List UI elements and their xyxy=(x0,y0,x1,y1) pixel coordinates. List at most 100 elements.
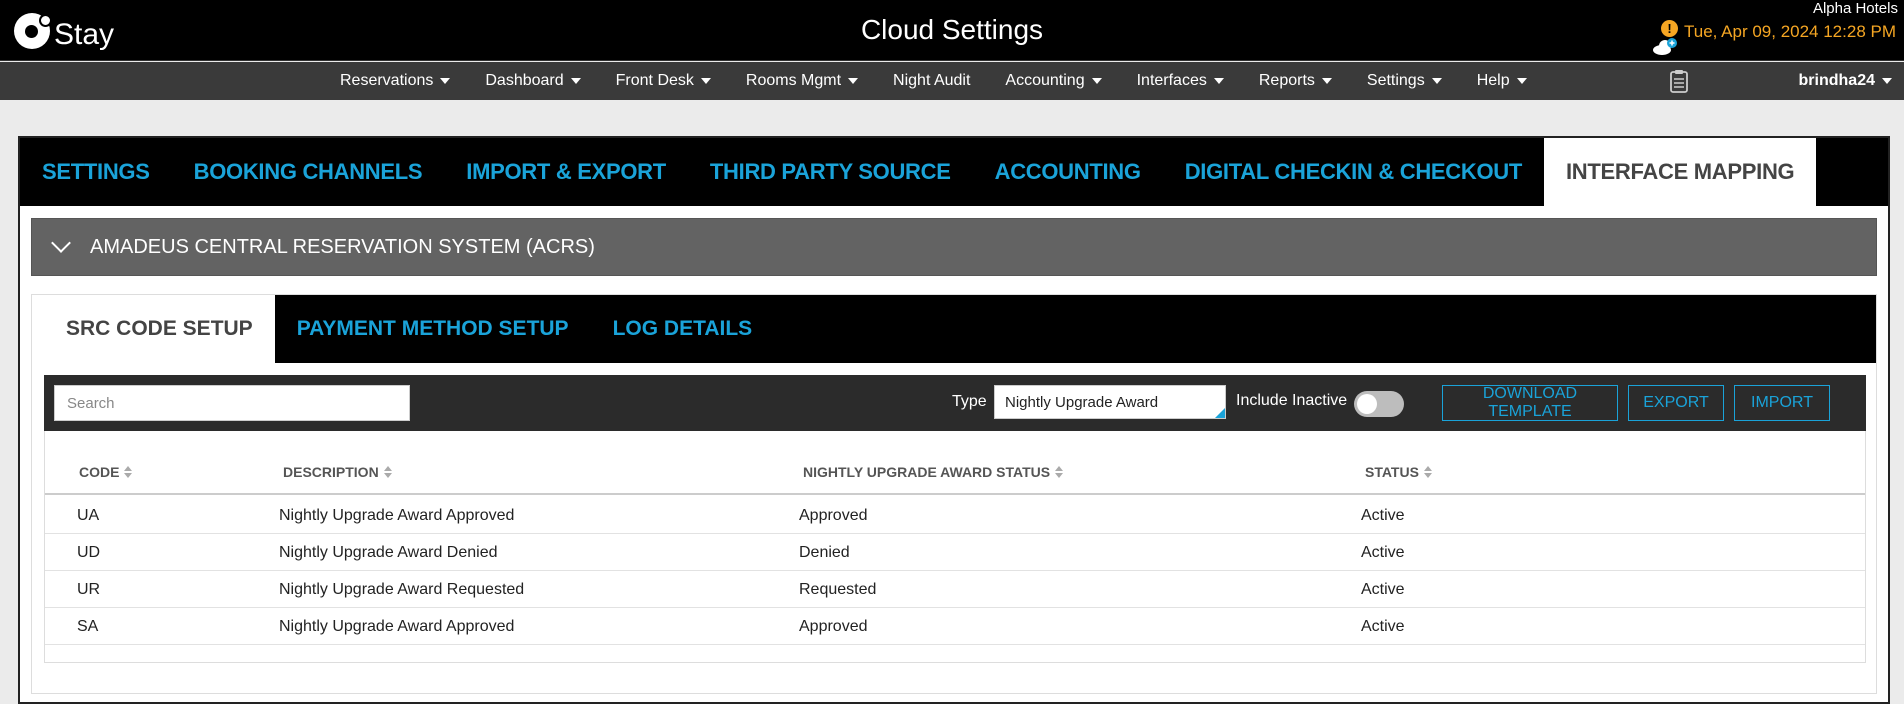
cell-description: Nightly Upgrade Award Requested xyxy=(279,581,525,598)
nav-item-rooms-mgmt[interactable]: Rooms Mgmt xyxy=(746,72,859,90)
sort-icon xyxy=(383,466,392,478)
caret-down-icon xyxy=(848,78,859,84)
tab-digital-checkin-and-checkout[interactable]: DIGITAL CHECKIN & CHECKOUT xyxy=(1163,138,1544,206)
nav-item-interfaces[interactable]: Interfaces xyxy=(1137,72,1224,90)
nav-item-label: Night Audit xyxy=(893,72,971,89)
type-select-value: Nightly Upgrade Award xyxy=(1005,394,1159,411)
column-header-label: DESCRIPTION xyxy=(283,464,379,480)
cell-description: Nightly Upgrade Award Denied xyxy=(279,544,498,561)
nav-item-help[interactable]: Help xyxy=(1477,72,1527,90)
include-inactive-toggle[interactable] xyxy=(1354,391,1404,417)
sort-icon xyxy=(1423,466,1432,478)
nav-item-front-desk[interactable]: Front Desk xyxy=(616,72,711,90)
nav-item-label: Front Desk xyxy=(615,72,694,89)
hotel-name[interactable]: Alpha Hotels xyxy=(1813,0,1898,17)
tab-third-party-source[interactable]: THIRD PARTY SOURCE xyxy=(688,138,973,206)
caret-down-icon xyxy=(1213,78,1224,84)
cell-nightly-upgrade-award-status: Approved xyxy=(799,507,868,524)
nav-item-label: Settings xyxy=(1366,72,1425,89)
tab-import-and-export[interactable]: IMPORT & EXPORT xyxy=(444,138,688,206)
src-code-table: CODE DESCRIPTION NIGHTLY UPGRADE AWARD STA… xyxy=(44,431,1866,663)
cloud-sync-icon[interactable] xyxy=(1652,38,1678,56)
include-inactive-label: Include Inactive xyxy=(1236,392,1348,409)
cell-status: Active xyxy=(1361,544,1405,561)
sort-icon xyxy=(1055,466,1064,478)
caret-down-icon xyxy=(1321,78,1332,84)
cell-description: Nightly Upgrade Award Approved xyxy=(279,507,515,524)
subtab-log-details[interactable]: LOG DETAILS xyxy=(591,295,775,363)
nav-item-dashboard[interactable]: Dashboard xyxy=(485,72,581,90)
column-header-description[interactable]: DESCRIPTION xyxy=(283,464,392,480)
nav-item-label: Reservations xyxy=(340,72,434,89)
section-title: AMADEUS CENTRAL RESERVATION SYSTEM (ACRS… xyxy=(90,235,595,258)
column-header-nightly-upgrade-award-status[interactable]: NIGHTLY UPGRADE AWARD STATUS xyxy=(803,464,1064,480)
nav-item-label: Accounting xyxy=(1005,72,1085,89)
user-name: brindha24 xyxy=(1798,72,1875,89)
column-header-code[interactable]: CODE xyxy=(79,464,133,480)
main-tabs: SETTINGS BOOKING CHANNELS IMPORT & EXPORT T… xyxy=(20,138,1888,206)
table-row[interactable]: UA Nightly Upgrade Award Approved Approved… xyxy=(45,497,1865,534)
cell-status: Active xyxy=(1361,618,1405,635)
cell-code: SA xyxy=(77,618,99,635)
exclamation-circle-icon[interactable]: ! xyxy=(1660,19,1678,37)
caret-down-icon xyxy=(1431,78,1442,84)
page-title: Cloud Settings xyxy=(860,14,1044,45)
cell-code: UD xyxy=(77,544,101,561)
date-time: ! Tue, Apr 09, 2024 12:28 PM xyxy=(1660,19,1896,42)
tab-interface-mapping[interactable]: INTERFACE MAPPING xyxy=(1544,138,1817,206)
column-header-label: NIGHTLY UPGRADE AWARD STATUS xyxy=(803,464,1051,480)
search-input[interactable] xyxy=(54,385,410,421)
main-nav: Reservations Dashboard Front Desk Rooms Mgm… xyxy=(0,62,1904,100)
table-row[interactable]: SA Nightly Upgrade Award Approved Approved… xyxy=(45,608,1865,645)
table-row[interactable]: UD Nightly Upgrade Award Denied Denied Acti… xyxy=(45,534,1865,571)
type-select[interactable]: Nightly Upgrade Award xyxy=(994,385,1226,419)
chevron-down-icon xyxy=(51,233,71,253)
clipboard-icon[interactable] xyxy=(1670,69,1688,93)
nav-item-reservations[interactable]: Reservations xyxy=(340,72,451,90)
chevron-down-icon xyxy=(1882,78,1892,84)
column-header-label: STATUS xyxy=(1365,464,1419,480)
column-header-status[interactable]: STATUS xyxy=(1365,464,1432,480)
user-menu[interactable]: brindha24 xyxy=(1799,62,1892,100)
type-label: Type xyxy=(952,393,987,410)
caret-down-icon xyxy=(570,78,581,84)
acrs-panel: SRC CODE SETUP PAYMENT METHOD SETUP LOG DE… xyxy=(31,294,1877,694)
top-bar: Stay Cloud Settings Alpha Hotels ! Tue, … xyxy=(0,0,1904,61)
cell-status: Active xyxy=(1361,581,1405,598)
nav-item-accounting[interactable]: Accounting xyxy=(1005,72,1102,90)
cell-nightly-upgrade-award-status: Requested xyxy=(799,581,877,598)
nav-item-label: Help xyxy=(1476,72,1510,89)
caret-down-icon xyxy=(1091,78,1102,84)
caret-down-icon xyxy=(440,78,451,84)
caret-down-icon xyxy=(1516,78,1527,84)
cell-status: Active xyxy=(1361,507,1405,524)
cell-code: UA xyxy=(77,507,100,524)
nav-item-night-audit[interactable]: Night Audit xyxy=(893,72,970,90)
nav-menu: Reservations Dashboard Front Desk Rooms Mgm… xyxy=(340,62,1562,100)
tab-booking-channels[interactable]: BOOKING CHANNELS xyxy=(172,138,445,206)
tab-settings[interactable]: SETTINGS xyxy=(20,138,172,206)
cell-code: UR xyxy=(77,581,101,598)
nav-item-label: Dashboard xyxy=(485,72,564,89)
sub-tabs: SRC CODE SETUP PAYMENT METHOD SETUP LOG DE… xyxy=(32,295,1876,363)
subtab-src-code-setup[interactable]: SRC CODE SETUP xyxy=(32,295,275,363)
caret-down-icon xyxy=(700,78,711,84)
table-header: CODE DESCRIPTION NIGHTLY UPGRADE AWARD STA… xyxy=(45,431,1865,495)
import-button[interactable]: IMPORT xyxy=(1734,385,1830,421)
cell-nightly-upgrade-award-status: Denied xyxy=(799,544,850,561)
cell-nightly-upgrade-award-status: Approved xyxy=(799,618,868,635)
nav-item-settings[interactable]: Settings xyxy=(1367,72,1442,90)
download-template-button[interactable]: DOWNLOAD TEMPLATE xyxy=(1442,385,1618,421)
nav-item-label: Reports xyxy=(1258,72,1315,89)
subtab-payment-method-setup[interactable]: PAYMENT METHOD SETUP xyxy=(275,295,591,363)
settings-panel: SETTINGS BOOKING CHANNELS IMPORT & EXPORT T… xyxy=(18,136,1890,704)
date-time-text: Tue, Apr 09, 2024 12:28 PM xyxy=(1683,22,1896,41)
nav-item-reports[interactable]: Reports xyxy=(1259,72,1332,90)
table-row[interactable]: UR Nightly Upgrade Award Requested Request… xyxy=(45,571,1865,608)
export-button[interactable]: EXPORT xyxy=(1628,385,1724,421)
column-header-label: CODE xyxy=(79,464,120,480)
table-toolbar: Type Nightly Upgrade Award Include Inact… xyxy=(44,375,1866,431)
acrs-section-header[interactable]: AMADEUS CENTRAL RESERVATION SYSTEM (ACRS… xyxy=(31,218,1877,276)
cell-description: Nightly Upgrade Award Approved xyxy=(279,618,515,635)
tab-accounting[interactable]: ACCOUNTING xyxy=(973,138,1163,206)
